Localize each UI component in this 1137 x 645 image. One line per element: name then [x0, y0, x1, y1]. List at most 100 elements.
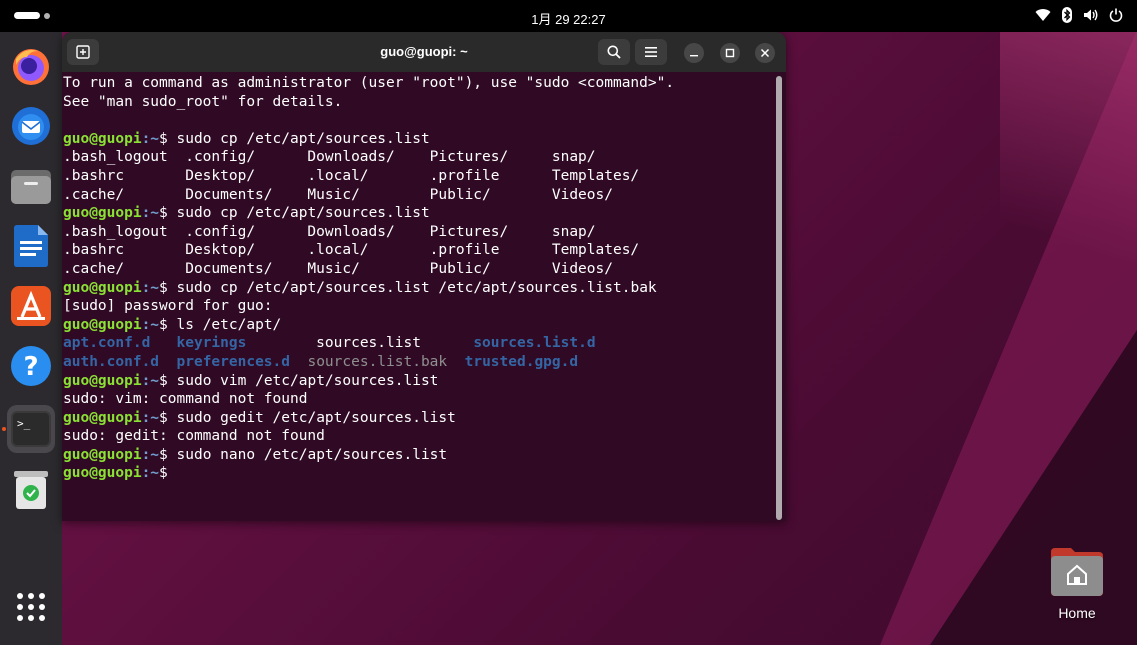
terminal-text: .bashrc Desktop/ .local/ .profile Templa…: [63, 242, 640, 259]
power-icon[interactable]: [1109, 8, 1123, 22]
prompt-path: :~: [141, 130, 160, 147]
svg-text:?: ?: [23, 352, 38, 382]
prompt-command: sudo vim /etc/apt/sources.list: [176, 372, 439, 389]
prompt-user: guo@guopi: [63, 446, 142, 463]
terminal-output-line: .bashrc Desktop/ .local/ .profile Templa…: [63, 241, 775, 260]
prompt-command: sudo cp /etc/apt/sources.list /etc/apt/s…: [176, 279, 657, 296]
terminal-prompt-line: guo@guopi:~$ sudo gedit /etc/apt/sources…: [63, 409, 775, 428]
terminal-icon[interactable]: >_: [7, 405, 55, 453]
terminal-output-line: .bashrc Desktop/ .local/ .profile Templa…: [63, 167, 775, 186]
home-folder-icon[interactable]: [1051, 548, 1103, 596]
ls-entry: sources.list.d: [473, 335, 596, 352]
prompt-user: guo@guopi: [63, 372, 142, 389]
prompt-command: sudo nano /etc/apt/sources.list: [176, 446, 448, 463]
terminal-text: sudo: vim: command not found: [63, 391, 308, 408]
help-icon[interactable]: ?: [7, 342, 55, 390]
close-button[interactable]: [755, 43, 775, 63]
ls-entry: sources.list: [272, 335, 474, 352]
maximize-icon: [725, 48, 735, 58]
volume-icon[interactable]: [1083, 8, 1099, 22]
terminal-output-line: .bash_logout .config/ Downloads/ Picture…: [63, 148, 775, 167]
terminal-text: [sudo] password for guo:: [63, 298, 273, 315]
terminal-output-line: See "man sudo_root" for details.: [63, 93, 775, 112]
prompt-sign: $: [159, 372, 177, 389]
terminal-output-line: [63, 111, 775, 130]
prompt-user: guo@guopi: [63, 205, 142, 222]
terminal-prompt-line: guo@guopi:~$ sudo cp /etc/apt/sources.li…: [63, 130, 775, 149]
prompt-sign: $: [159, 205, 177, 222]
prompt-path: :~: [141, 205, 160, 222]
close-icon: [760, 48, 770, 58]
terminal-text: .bashrc Desktop/ .local/ .profile Templa…: [63, 167, 640, 184]
terminal-text: sudo: gedit: command not found: [63, 428, 325, 445]
terminal-output-line: .cache/ Documents/ Music/ Public/ Videos…: [63, 186, 775, 205]
minimize-icon: [690, 55, 698, 57]
terminal-text: .bash_logout .config/ Downloads/ Picture…: [63, 149, 596, 166]
prompt-sign: $: [159, 465, 177, 482]
prompt-path: :~: [141, 465, 160, 482]
home-folder-label: Home: [1058, 605, 1096, 621]
terminal-prompt-line: guo@guopi:~$ sudo cp /etc/apt/sources.li…: [63, 204, 775, 223]
terminal-text: .bash_logout .config/ Downloads/ Picture…: [63, 223, 596, 240]
terminal-prompt-line: guo@guopi:~$ sudo cp /etc/apt/sources.li…: [63, 279, 775, 298]
terminal-output-line: sudo: vim: command not found: [63, 390, 775, 409]
prompt-command: sudo gedit /etc/apt/sources.list: [176, 409, 456, 426]
running-indicator: [2, 427, 6, 431]
clock[interactable]: 1月 29 22:27: [0, 9, 1137, 28]
search-icon: [607, 45, 621, 59]
terminal-prompt-line: guo@guopi:~$: [63, 464, 775, 483]
wifi-icon[interactable]: [1035, 8, 1051, 22]
terminal-prompt-line: guo@guopi:~$ ls /etc/apt/: [63, 316, 775, 335]
terminal-output-line: .cache/ Documents/ Music/ Public/ Videos…: [63, 260, 775, 279]
terminal-title: guo@guopi: ~: [380, 44, 468, 59]
prompt-user: guo@guopi: [63, 316, 142, 333]
dock: ? >_: [0, 32, 62, 645]
ls-entry: apt.conf.d: [63, 335, 177, 352]
prompt-path: :~: [141, 372, 160, 389]
trash-icon[interactable]: [7, 466, 55, 514]
search-button[interactable]: [598, 39, 630, 65]
prompt-sign: $: [159, 446, 177, 463]
prompt-path: :~: [141, 279, 160, 296]
prompt-command: sudo cp /etc/apt/sources.list: [176, 130, 430, 147]
thunderbird-icon[interactable]: [7, 102, 55, 150]
terminal-prompt-line: guo@guopi:~$ sudo nano /etc/apt/sources.…: [63, 446, 775, 465]
terminal-output[interactable]: To run a command as administrator (user …: [63, 74, 775, 519]
terminal-prompt-line: guo@guopi:~$ sudo vim /etc/apt/sources.l…: [63, 372, 775, 391]
grid-icon[interactable]: [7, 583, 55, 631]
terminal-text: To run a command as administrator (user …: [63, 75, 675, 91]
terminal-output-line: [sudo] password for guo:: [63, 297, 775, 316]
bluetooth-icon[interactable]: [1061, 7, 1073, 23]
maximize-button[interactable]: [720, 43, 740, 63]
ls-entry: sources.list.bak: [290, 353, 465, 370]
terminal-header-bar[interactable]: guo@guopi: ~: [62, 32, 786, 72]
ls-entry: auth.conf.d: [63, 353, 177, 370]
terminal-text: .cache/ Documents/ Music/ Public/ Videos…: [63, 260, 613, 277]
app-center-icon[interactable]: [7, 282, 55, 330]
prompt-sign: $: [159, 130, 177, 147]
prompt-user: guo@guopi: [63, 130, 142, 147]
menu-button[interactable]: [635, 39, 667, 65]
minimize-button[interactable]: [684, 43, 704, 63]
firefox-icon[interactable]: [7, 42, 55, 90]
terminal-text: .cache/ Documents/ Music/ Public/ Videos…: [63, 186, 613, 203]
terminal-output-line: sudo: gedit: command not found: [63, 427, 775, 446]
terminal-output-line: apt.conf.d keyrings sources.list sources…: [63, 334, 775, 353]
writer-icon[interactable]: [7, 222, 55, 270]
terminal-scrollbar[interactable]: [776, 76, 782, 520]
prompt-path: :~: [141, 409, 160, 426]
ls-entry: trusted.gpg.d: [464, 353, 579, 370]
terminal-output-line: auth.conf.d preferences.d sources.list.b…: [63, 353, 775, 372]
prompt-sign: $: [159, 316, 177, 333]
prompt-command: sudo cp /etc/apt/sources.list: [176, 205, 430, 222]
files-icon[interactable]: [7, 162, 55, 210]
terminal-window[interactable]: guo@guopi: ~ To run a command as adminis…: [62, 32, 786, 521]
ls-entry: keyrings: [176, 335, 273, 352]
wallpaper-shard: [930, 330, 1137, 645]
prompt-path: :~: [141, 316, 160, 333]
prompt-sign: $: [159, 409, 177, 426]
ls-entry: preferences.d: [176, 353, 291, 370]
prompt-command: ls /etc/apt/: [176, 316, 282, 333]
system-tray[interactable]: [1035, 7, 1123, 23]
